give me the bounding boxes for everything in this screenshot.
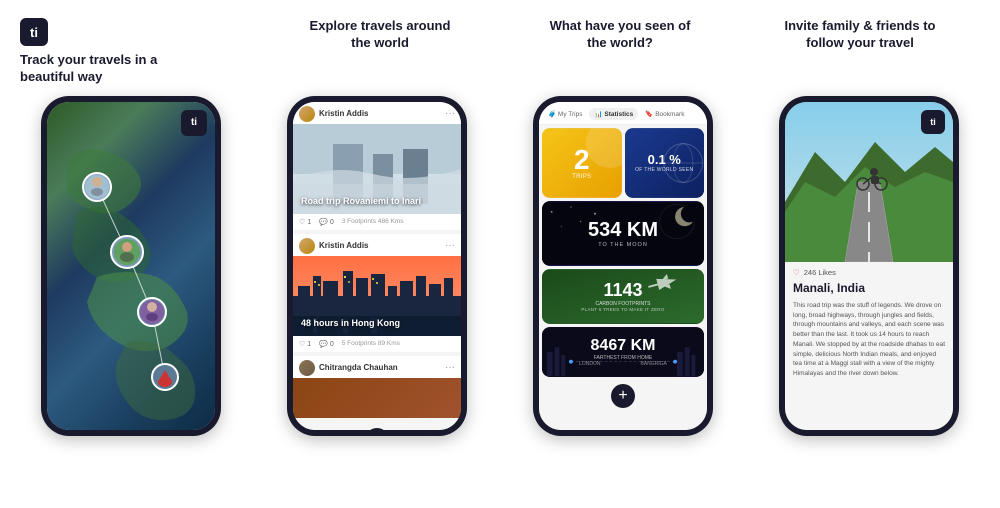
carbon-number: 1143 — [603, 280, 642, 301]
km-number: 534 KM — [588, 219, 658, 242]
header-col-1: ti Track your travels in a beautiful way — [20, 18, 260, 86]
stats-tabs: 🧳 My Trips 📊 Statistics 🔖 Bookmark — [539, 102, 707, 125]
tab-my-trips[interactable]: 🧳 My Trips — [543, 108, 587, 120]
phone-3-wrapper: 🧳 My Trips 📊 Statistics 🔖 Bookmark — [506, 96, 740, 498]
phone-3-screen: 🧳 My Trips 📊 Statistics 🔖 Bookmark — [539, 102, 707, 430]
post-title-2: 48 hours in Hong Kong — [301, 318, 400, 328]
stat-distance-card: 8467 KM FARTHEST FROM HOME LONDON BANGRI… — [542, 327, 704, 377]
blog-post-text: This road trip was the stuff of legends.… — [785, 299, 953, 381]
feed-stats-2: 5 Footprints 89 Kms — [342, 340, 400, 347]
chart-icon: 📊 — [594, 111, 602, 118]
tab-bookmark[interactable]: 🔖 Bookmark — [640, 108, 689, 120]
user-avatar-1 — [299, 106, 315, 122]
world-label: OF THE WORLD SEEN — [635, 167, 693, 173]
km-label: TO THE MOON — [598, 242, 648, 248]
stat-carbon-card: 1143 CARBON FOOTPRINTS PLANT 6 TREES TO … — [542, 269, 704, 324]
more-options-3[interactable]: ··· — [445, 362, 455, 373]
more-options-2[interactable]: ··· — [445, 240, 455, 251]
post-image-1: Road trip Rovaniemi to Inari — [293, 124, 461, 214]
carbon-sublabel: PLANT 6 TREES TO MAKE IT ZERO — [581, 307, 664, 312]
heart-icon: ♡ — [793, 268, 800, 277]
phone-1-wrapper: ti — [14, 96, 248, 498]
header-title-2: Explore travels around the world — [260, 18, 500, 52]
feed-user-row-2: Kristin Addis ··· — [293, 234, 461, 256]
header-title-1: Track your travels in a beautiful way — [20, 52, 260, 86]
stat-trips-card: 2 TRIPS — [542, 128, 622, 198]
phone-4: ti ♡ 246 Likes Manali, India This road t… — [779, 96, 959, 436]
blog-likes: ♡ 246 Likes — [785, 262, 953, 279]
world-pct: 0.1 % — [648, 152, 681, 167]
feed-post-1[interactable]: Kristin Addis ··· — [293, 102, 461, 230]
stat-km-card: 534 KM TO THE MOON — [542, 201, 704, 266]
phone-2-screen: Kristin Addis ··· — [293, 102, 461, 430]
phone-4-screen: ti ♡ 246 Likes Manali, India This road t… — [785, 102, 953, 430]
add-trip-button[interactable]: + — [611, 384, 635, 408]
blog-post-title: Manali, India — [785, 279, 953, 299]
blog-hero-image: ti — [785, 102, 953, 262]
header-title-3: What have you seen of the world? — [500, 18, 740, 52]
phone-3: 🧳 My Trips 📊 Statistics 🔖 Bookmark — [533, 96, 713, 436]
phone-1-screen: ti — [47, 102, 215, 430]
header-col-4: Invite family & friends to follow your t… — [740, 18, 980, 52]
add-post-area: + — [293, 422, 461, 430]
map-svg — [47, 102, 215, 430]
user-avatar-3 — [299, 360, 315, 376]
phone-2: Kristin Addis ··· — [287, 96, 467, 436]
user-name-3: Chitrangda Chauhan — [319, 363, 441, 372]
add-post-button[interactable]: + — [365, 428, 389, 430]
stat-world-card: 0.1 % OF THE WORLD SEEN — [625, 128, 705, 198]
distance-number: 8467 KM — [591, 337, 656, 355]
feed-stats-1: 3 Footprints 486 Kms — [342, 218, 404, 225]
app-logo: ti — [20, 18, 48, 46]
feed-meta-2: ♡ 1 💬 0 5 Footprints 89 Kms — [293, 336, 461, 352]
stats-background: 🧳 My Trips 📊 Statistics 🔖 Bookmark — [539, 102, 707, 430]
feed-post-3[interactable]: Chitrangda Chauhan ··· — [293, 356, 461, 418]
post-image-3 — [293, 378, 461, 418]
feed-user-row-3: Chitrangda Chauhan ··· — [293, 356, 461, 378]
bookmark-icon: 🔖 — [645, 111, 653, 118]
blog-background: ti ♡ 246 Likes Manali, India This road t… — [785, 102, 953, 430]
user-name-2: Kristin Addis — [319, 241, 441, 250]
feed-post-2[interactable]: Kristin Addis ··· — [293, 234, 461, 352]
feed-user-row-1: Kristin Addis ··· — [293, 102, 461, 124]
user-avatar-2 — [299, 238, 315, 254]
post-image-2: 48 hours in Hong Kong — [293, 256, 461, 336]
stats-grid: 2 TRIPS — [539, 125, 707, 380]
header-col-3: What have you seen of the world? — [500, 18, 740, 52]
more-options-1[interactable]: ··· — [445, 108, 455, 119]
header-col-2: Explore travels around the world — [260, 18, 500, 52]
phones-row: ti Kristin Addis ··· — [0, 96, 1000, 508]
user-name-1: Kristin Addis — [319, 109, 441, 118]
phone-4-wrapper: ti ♡ 246 Likes Manali, India This road t… — [752, 96, 986, 498]
suitcase-icon: 🧳 — [548, 111, 556, 118]
distance-from: LONDON — [579, 361, 600, 367]
header-title-4: Invite family & friends to follow your t… — [740, 18, 980, 52]
distance-to: BANGRIGA — [641, 361, 667, 367]
ti-badge-phone4: ti — [921, 110, 945, 134]
tab-statistics[interactable]: 📊 Statistics — [589, 108, 638, 120]
add-trip-area: + — [539, 380, 707, 412]
phone-2-wrapper: Kristin Addis ··· — [260, 96, 494, 498]
trips-count: 2 — [574, 146, 590, 174]
map-background: ti — [47, 102, 215, 430]
trips-label: TRIPS — [572, 174, 591, 180]
feed-background: Kristin Addis ··· — [293, 102, 461, 430]
post-title-1: Road trip Rovaniemi to Inari — [301, 196, 421, 206]
header: ti Track your travels in a beautiful way… — [0, 0, 1000, 96]
ti-badge-phone1: ti — [181, 110, 207, 136]
feed-meta-1: ♡ 1 💬 0 3 Footprints 486 Kms — [293, 214, 461, 230]
phone-1: ti — [41, 96, 221, 436]
